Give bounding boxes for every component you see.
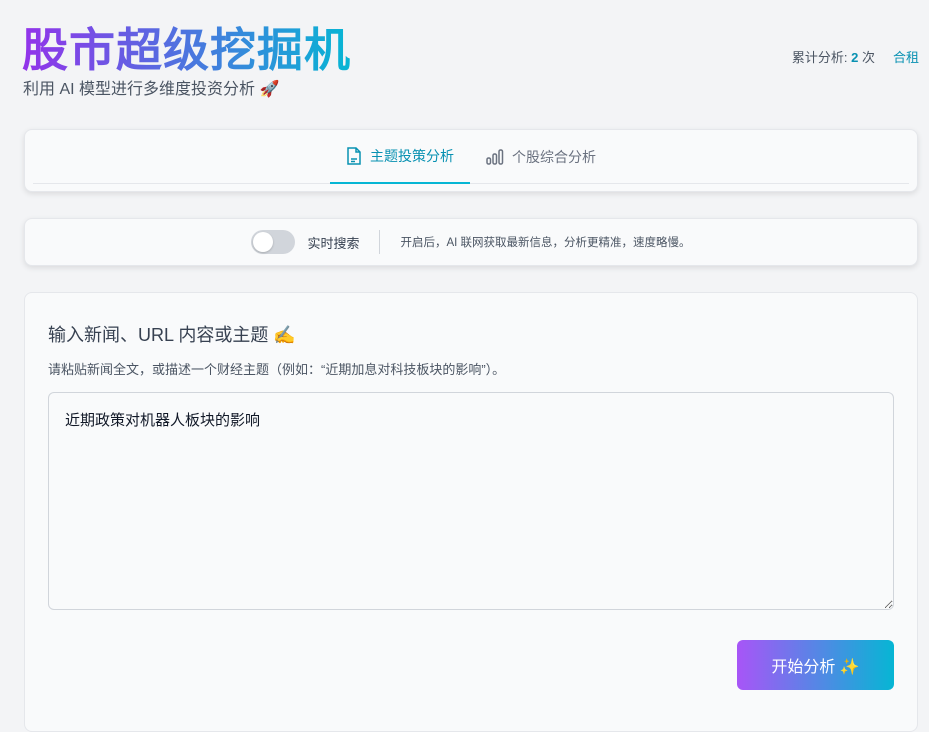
document-icon <box>347 147 361 165</box>
app-title: 股市超级挖掘机 <box>22 14 351 80</box>
news-input[interactable]: 近期政策对机器人板块的影响 <box>48 392 894 610</box>
realtime-search-card: 实时搜索 开启后，AI 联网获取最新信息，分析更精准，速度略慢。 <box>24 218 918 266</box>
divider <box>379 230 381 254</box>
analysis-stats: 累计分析: 2 次 合租 <box>792 47 919 66</box>
realtime-search-toggle[interactable] <box>251 230 296 254</box>
share-link[interactable]: 合租 <box>893 47 919 66</box>
analysis-count: 累计分析: 2 次 <box>791 50 875 65</box>
bar-chart-icon <box>486 149 504 165</box>
tab-theme-analysis[interactable]: 主题投策分析 <box>330 130 470 184</box>
input-heading: 输入新闻、URL 内容或主题 ✍️ <box>48 325 296 345</box>
search-hint: 开启后，AI 联网获取最新信息，分析更精准，速度略慢。 <box>400 237 691 249</box>
input-description: 请粘贴新闻全文，或描述一个财经主题（例如：“近期加息对科技板块的影响”）。 <box>48 362 506 377</box>
tab-stock-analysis[interactable]: 个股综合分析 <box>470 130 612 184</box>
tab-bar: 主题投策分析 个股综合分析 <box>33 130 909 184</box>
mode-tabs-card: 主题投策分析 个股综合分析 <box>24 129 918 192</box>
tab-label: 主题投策分析 <box>370 148 454 164</box>
start-analysis-button[interactable]: 开始分析 ✨ <box>737 640 894 690</box>
toggle-label: 实时搜索 <box>307 235 360 251</box>
app-subtitle: 利用 AI 模型进行多维度投资分析 🚀 <box>23 81 280 98</box>
input-card: 输入新闻、URL 内容或主题 ✍️ 请粘贴新闻全文，或描述一个财经主题（例如：“… <box>24 292 918 732</box>
tab-label: 个股综合分析 <box>512 149 596 165</box>
